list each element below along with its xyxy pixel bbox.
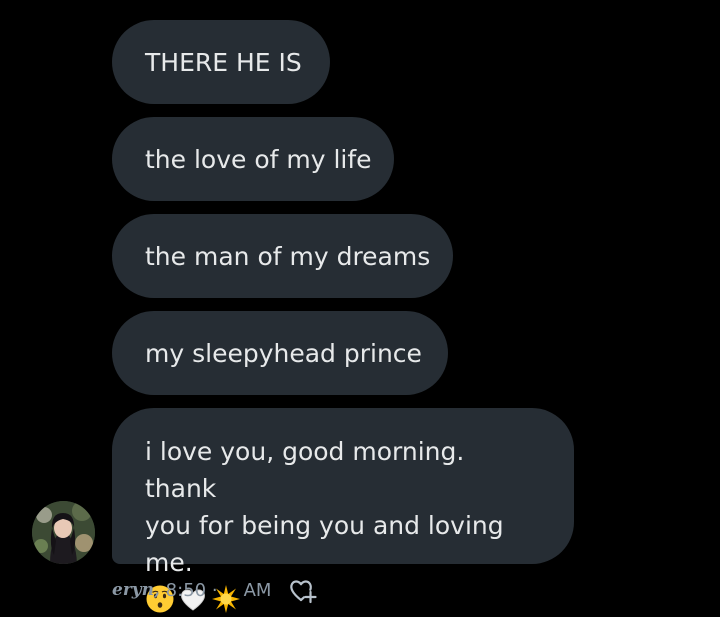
message-text-line: i love you, good morning. thank (145, 437, 465, 503)
message-text: the man of my dreams (145, 241, 431, 271)
message-bubble[interactable]: the love of my life (112, 117, 394, 201)
message-bubble[interactable]: the man of my dreams (112, 214, 453, 298)
sender-name: eryn, (112, 580, 160, 600)
timestamp-ampm: AM (243, 579, 272, 601)
react-heart-plus-icon[interactable] (287, 575, 319, 605)
message-text-line: you for being you and loving me. (145, 511, 504, 577)
message-text: THERE HE IS (145, 47, 302, 77)
message-meta: eryn, 8:50 · AM (112, 575, 319, 605)
message-bubble[interactable]: my sleepyhead prince (112, 311, 448, 395)
message-text: my sleepyhead prince (145, 338, 422, 368)
message-bubble[interactable]: THERE HE IS (112, 20, 330, 104)
sender-avatar[interactable] (32, 501, 95, 564)
message-bubble[interactable]: i love you, good morning. thank you for … (112, 408, 574, 613)
separator-dot: · (211, 579, 218, 601)
timestamp: 8:50 (165, 579, 207, 601)
message-text: the love of my life (145, 144, 372, 174)
